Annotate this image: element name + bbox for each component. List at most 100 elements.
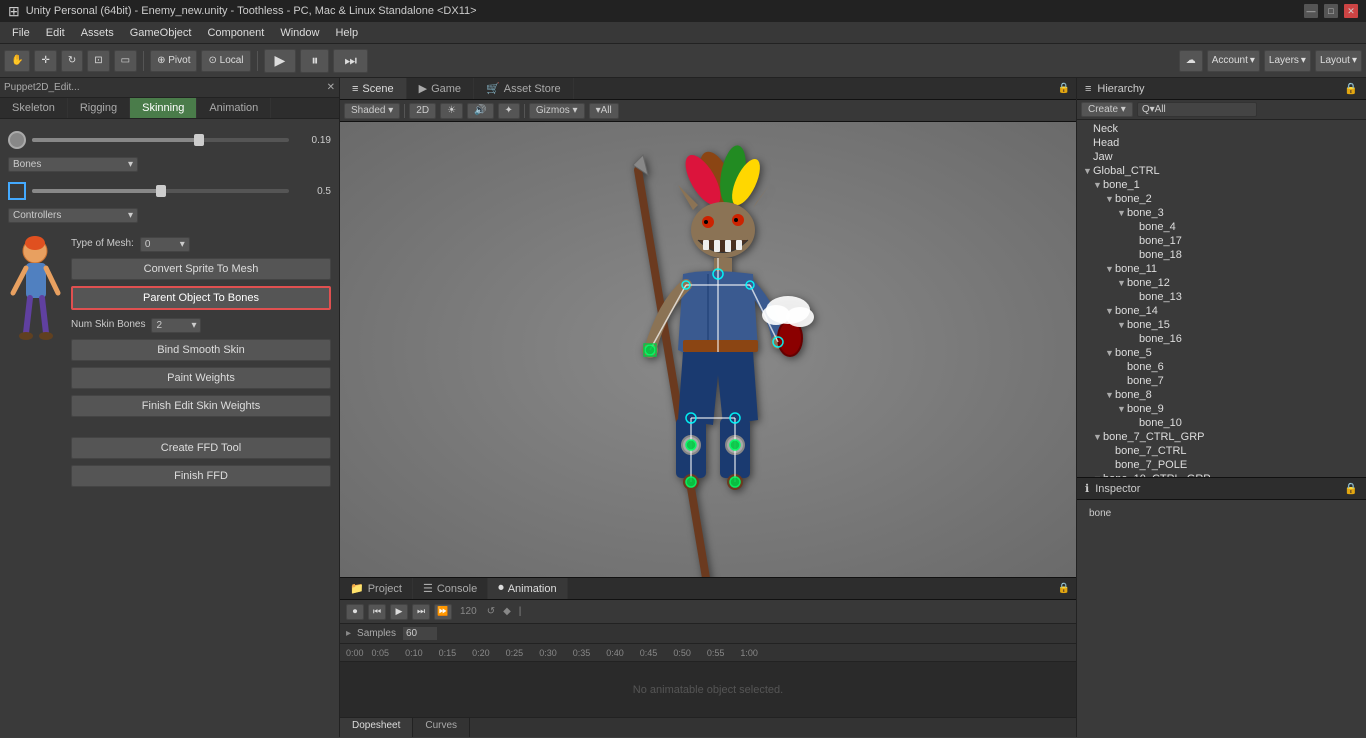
account-dropdown[interactable]: Account ▾ [1207, 50, 1260, 72]
size-slider-thumb[interactable] [194, 134, 204, 146]
list-item[interactable]: ▼Global_CTRL [1077, 164, 1366, 178]
controllers-dropdown[interactable]: Controllers ▾ [8, 206, 331, 223]
hand-tool-button[interactable]: ✋ [4, 50, 30, 72]
anim-prev-key-button[interactable]: ⏮ [368, 604, 386, 620]
pivot-button[interactable]: ⊕ Pivot [150, 50, 197, 72]
menu-gameobject[interactable]: GameObject [122, 25, 200, 41]
move-tool-button[interactable]: ✛ [34, 50, 56, 72]
tab-scene[interactable]: ≡ Scene [340, 78, 407, 99]
timeline-body[interactable]: No animatable object selected. [340, 662, 1076, 717]
create-button[interactable]: Create ▾ [1081, 102, 1133, 117]
lock-scene-icon[interactable]: 🔒 [1058, 83, 1070, 94]
finish-edit-button[interactable]: Finish Edit Skin Weights [71, 395, 331, 417]
tab-game[interactable]: ▶ Game [407, 78, 474, 99]
parent-object-button[interactable]: Parent Object To Bones [71, 286, 331, 310]
lock-bottom-icon[interactable]: 🔒 [1058, 583, 1070, 594]
hierarchy-search[interactable] [1137, 102, 1257, 117]
samples-arrow[interactable]: ▸ [346, 628, 351, 639]
type-of-mesh-dropdown[interactable]: 0 ▾ [140, 237, 190, 252]
tab-skeleton[interactable]: Skeleton [0, 98, 68, 118]
list-item[interactable]: bone_17 [1077, 234, 1366, 248]
samples-input[interactable] [402, 626, 438, 641]
list-item[interactable]: ▼bone_7_CTRL_GRP [1077, 430, 1366, 444]
menu-file[interactable]: File [4, 25, 38, 41]
list-item[interactable]: Head [1077, 136, 1366, 150]
num-skin-bones-dropdown[interactable]: 2 ▾ [151, 318, 201, 333]
cloud-button[interactable]: ☁ [1179, 50, 1203, 72]
list-item[interactable]: bone_6 [1077, 360, 1366, 374]
light-toggle[interactable]: ☀ [440, 103, 463, 119]
menu-component[interactable]: Component [199, 25, 272, 41]
create-ffd-button[interactable]: Create FFD Tool [71, 437, 331, 459]
step-button[interactable]: ⏭ [333, 49, 368, 73]
menu-window[interactable]: Window [272, 25, 327, 41]
list-item[interactable]: ▼bone_11 [1077, 262, 1366, 276]
rotate-tool-button[interactable]: ↻ [61, 50, 83, 72]
anim-add-event-button[interactable]: | [517, 606, 524, 617]
list-item[interactable]: ▼bone_2 [1077, 192, 1366, 206]
list-item[interactable]: bone_16 [1077, 332, 1366, 346]
gizmos-button[interactable]: Gizmos ▾ [529, 103, 585, 119]
list-item[interactable]: Jaw [1077, 150, 1366, 164]
bind-smooth-button[interactable]: Bind Smooth Skin [71, 339, 331, 361]
bones-dropdown[interactable]: Bones ▾ [8, 155, 331, 172]
all-filter-button[interactable]: ▾All [589, 103, 619, 119]
tab-project[interactable]: 📁 Project [340, 578, 413, 599]
list-item[interactable]: bone_13 [1077, 290, 1366, 304]
paint-weights-button[interactable]: Paint Weights [71, 367, 331, 389]
list-item[interactable]: ▼bone_15 [1077, 318, 1366, 332]
dopesheet-tab[interactable]: Dopesheet [340, 718, 413, 737]
menu-help[interactable]: Help [327, 25, 366, 41]
anim-play-button[interactable]: ▶ [390, 604, 408, 620]
list-item[interactable]: ▼bone_8 [1077, 388, 1366, 402]
list-item[interactable]: bone_4 [1077, 220, 1366, 234]
viewport-canvas[interactable] [340, 122, 1076, 577]
list-item[interactable]: Neck [1077, 122, 1366, 136]
tab-rigging[interactable]: Rigging [68, 98, 130, 118]
list-item[interactable]: ▼bone_3 [1077, 206, 1366, 220]
list-item[interactable]: ▼bone_1 [1077, 178, 1366, 192]
layout-dropdown[interactable]: Layout ▾ [1315, 50, 1362, 72]
list-item[interactable]: bone_7 [1077, 374, 1366, 388]
close-button[interactable]: ✕ [1344, 4, 1358, 18]
menu-assets[interactable]: Assets [73, 25, 122, 41]
anim-next-key-button[interactable]: ⏭ [412, 604, 430, 620]
curves-tab[interactable]: Curves [413, 718, 470, 737]
rect-tool-button[interactable]: ▭ [114, 50, 137, 72]
panel-close-icon[interactable]: ✕ [327, 82, 335, 93]
anim-extra-button[interactable]: ↺ [485, 606, 497, 617]
menu-edit[interactable]: Edit [38, 25, 73, 41]
play-button[interactable]: ▶ [264, 49, 297, 73]
anim-key-button[interactable]: ◆ [501, 606, 513, 617]
tab-animation[interactable]: Animation [197, 98, 271, 118]
list-item[interactable]: bone_7_CTRL [1077, 444, 1366, 458]
finish-ffd-button[interactable]: Finish FFD [71, 465, 331, 487]
tab-console[interactable]: ☰ Console [413, 578, 488, 599]
list-item[interactable]: bone_18 [1077, 248, 1366, 262]
tab-skinning[interactable]: Skinning [130, 98, 197, 118]
list-item[interactable]: ▼bone_9 [1077, 402, 1366, 416]
minimize-button[interactable]: — [1304, 4, 1318, 18]
size-slider[interactable] [32, 138, 289, 142]
scale-tool-button[interactable]: ⊡ [87, 50, 109, 72]
list-item[interactable]: ▼bone_5 [1077, 346, 1366, 360]
local-button[interactable]: ⊙ Local [201, 50, 250, 72]
shaded-button[interactable]: Shaded ▾ [344, 103, 400, 119]
list-item[interactable]: ▼bone_14 [1077, 304, 1366, 318]
list-item[interactable]: bone_7_POLE [1077, 458, 1366, 472]
ctrl-slider[interactable] [32, 189, 289, 193]
anim-last-frame-button[interactable]: ⏩ [434, 604, 452, 620]
list-item[interactable]: ▼bone_12 [1077, 276, 1366, 290]
pause-button[interactable]: ⏸ [300, 49, 329, 73]
effect-toggle[interactable]: ✦ [498, 103, 520, 119]
list-item[interactable]: bone_10 [1077, 416, 1366, 430]
lock-hierarchy-icon[interactable]: 🔒 [1344, 82, 1358, 95]
convert-sprite-button[interactable]: Convert Sprite To Mesh [71, 258, 331, 280]
anim-record-button[interactable]: ⏺ [346, 604, 364, 620]
layers-dropdown[interactable]: Layers ▾ [1264, 50, 1311, 72]
maximize-button[interactable]: □ [1324, 4, 1338, 18]
tab-asset-store[interactable]: 🛒 Asset Store [474, 78, 574, 99]
tab-animation[interactable]: ⏺ Animation [488, 578, 567, 599]
ctrl-slider-thumb[interactable] [156, 185, 166, 197]
audio-toggle[interactable]: 🔊 [467, 103, 493, 119]
